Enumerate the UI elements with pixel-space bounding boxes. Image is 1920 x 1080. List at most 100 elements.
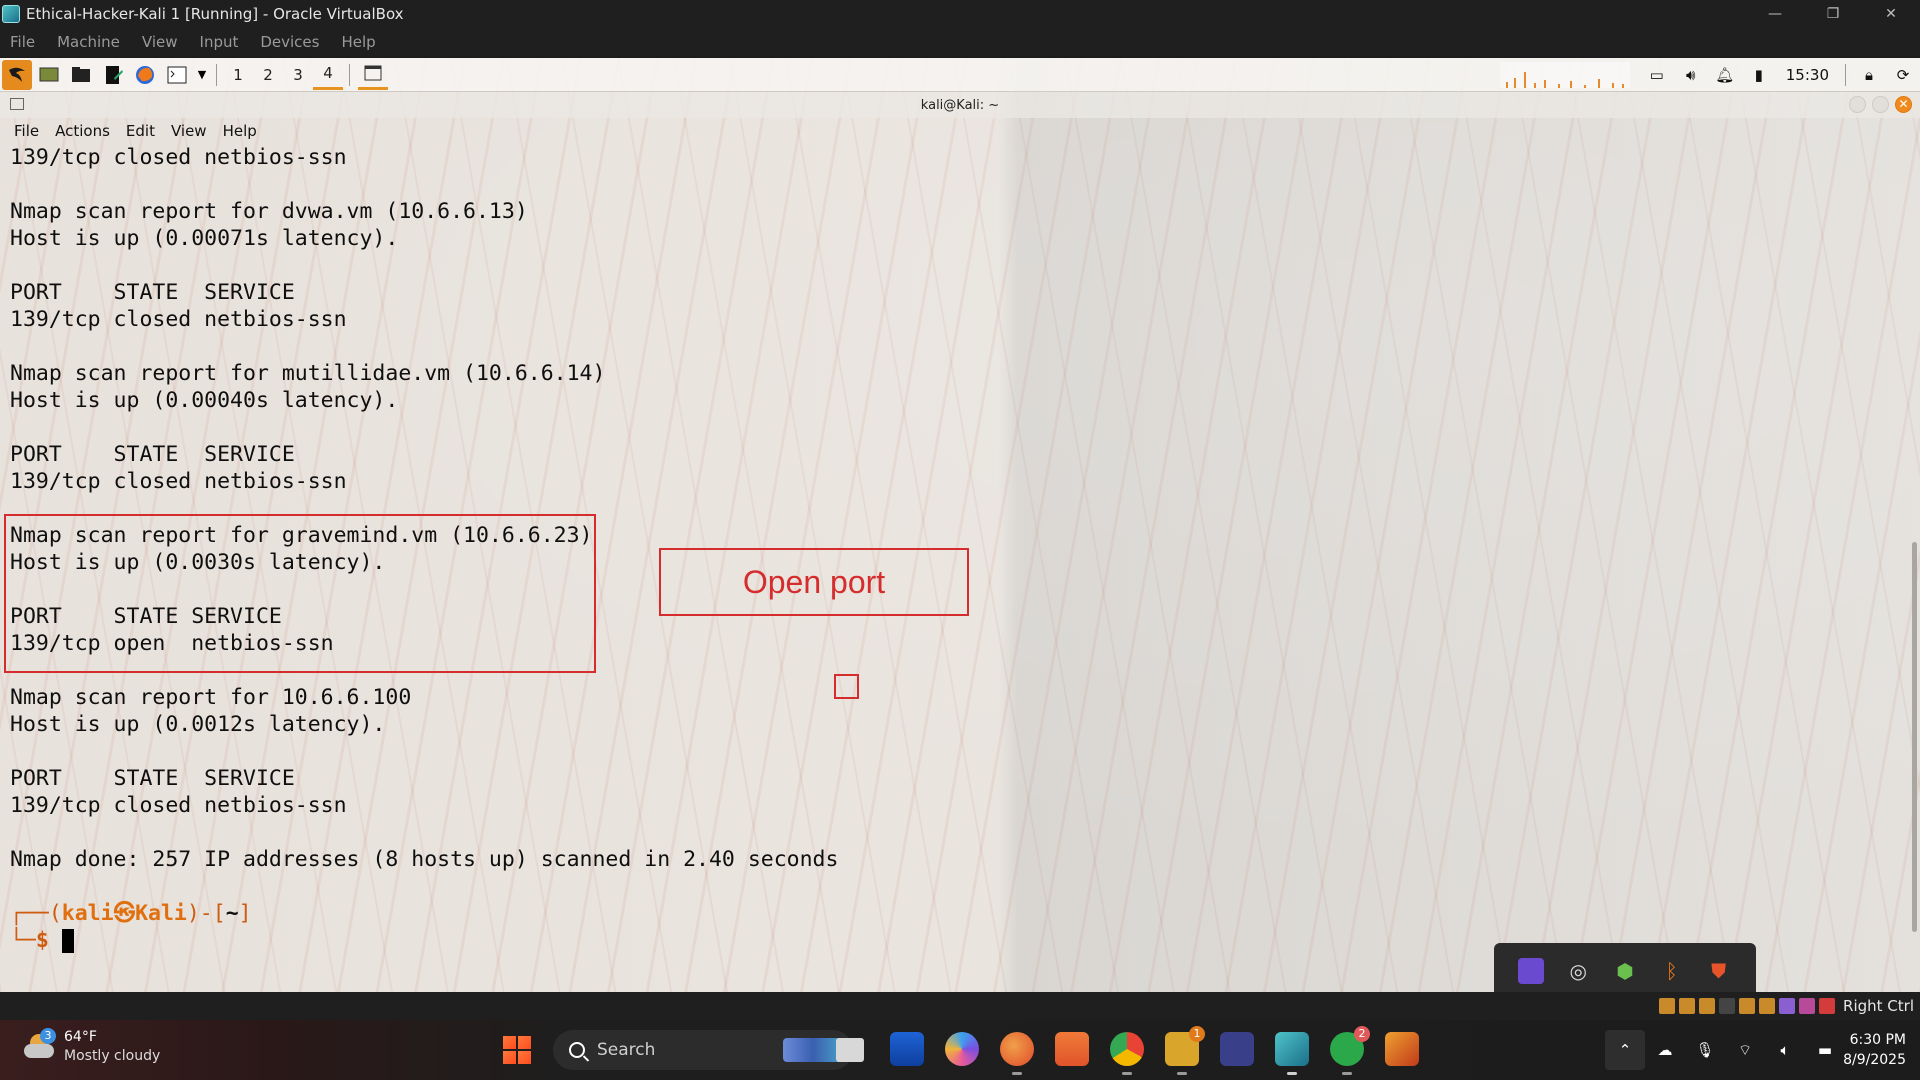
usb-icon[interactable] (1719, 998, 1736, 1014)
terminal-menu-help[interactable]: Help (223, 122, 257, 140)
close-button[interactable]: ✕ (1862, 0, 1920, 28)
start-button[interactable] (503, 1036, 531, 1064)
desktop-icon (39, 67, 59, 81)
clock-time: 6:30 PM (1849, 1032, 1906, 1048)
search-icon (569, 1042, 585, 1058)
windows-taskbar: 3 64°F Mostly cloudy Search 1 2 ⌃ ☁ 🎙︎ ⌔ (0, 1020, 1920, 1080)
terminal-window-buttons: ✕ (1849, 96, 1912, 113)
lock-icon[interactable]: 🔒︎ (1852, 66, 1886, 84)
menu-devices[interactable]: Devices (260, 33, 319, 51)
kali-menu-button[interactable] (2, 59, 32, 90)
terminal-menu-edit[interactable]: Edit (126, 122, 155, 140)
onedrive-icon[interactable]: ☁ (1645, 1041, 1685, 1059)
menu-help[interactable]: Help (341, 33, 375, 51)
search-highlight-art (783, 1038, 843, 1062)
microsoft-store-icon[interactable] (1055, 1032, 1089, 1066)
menu-input[interactable]: Input (200, 33, 239, 51)
prompt-open: ┌──( (10, 901, 62, 926)
output-line: Nmap scan report for dvwa.vm (10.6.6.13) (10, 199, 528, 224)
taskbar-clock[interactable]: 6:30 PM 8/9/2025 (1826, 1030, 1906, 1070)
menu-view[interactable]: View (142, 33, 178, 51)
weather-badge: 3 (40, 1028, 56, 1044)
prompt-dir: ~ (225, 901, 239, 926)
virtualbox-icon (2, 5, 20, 23)
recording-icon[interactable] (1779, 998, 1796, 1014)
guest-screen: ▼ 1 2 3 4 ▭ 🔊︎ 🔔︎ ▮ 15:30 🔒︎ ⟳ kali@Kali… (0, 58, 1920, 992)
vbox-menubar: File Machine View Input Devices Help (0, 28, 1920, 56)
edge-icon[interactable] (1000, 1032, 1034, 1075)
terminal-menu-view[interactable]: View (171, 122, 207, 140)
task-view-icon[interactable] (836, 1038, 864, 1062)
speaker-icon[interactable]: 🔈︎ (1765, 1041, 1805, 1059)
terminal-minimize-button[interactable] (1849, 96, 1866, 113)
menu-machine[interactable]: Machine (57, 33, 120, 51)
workspace-2[interactable]: 2 (253, 60, 283, 90)
annotation-small-square (834, 674, 859, 699)
notifications-icon[interactable]: 🔔︎ (1708, 66, 1742, 84)
terminal-window-icon (10, 98, 24, 110)
taskbar-terminal-window[interactable] (358, 60, 388, 90)
firefox-button[interactable] (130, 60, 160, 90)
display-icon[interactable] (1759, 998, 1776, 1014)
workspace-3[interactable]: 3 (283, 60, 313, 90)
firefox-icon (136, 65, 154, 84)
output-line: 139/tcp closed netbios-ssn (10, 307, 347, 332)
display-icon[interactable]: ▭ (1640, 66, 1674, 84)
terminal-close-button[interactable]: ✕ (1895, 96, 1912, 113)
panel-clock[interactable]: 15:30 (1776, 66, 1839, 84)
show-desktop-button[interactable] (34, 60, 64, 90)
weather-widget[interactable]: 3 64°F Mostly cloudy (22, 1028, 160, 1066)
network-icon[interactable] (1699, 998, 1716, 1014)
text-editor-button[interactable] (98, 60, 128, 90)
terminal-launcher-button[interactable] (162, 60, 192, 90)
file-manager-button[interactable] (66, 60, 96, 90)
word-icon[interactable] (1385, 1032, 1419, 1066)
chrome-icon[interactable] (1110, 1032, 1144, 1075)
bluetooth-icon[interactable]: ᛒ (1659, 958, 1685, 984)
whatsapp-icon[interactable]: 2 (1330, 1026, 1370, 1075)
mouse-integration-icon[interactable] (1819, 998, 1836, 1014)
restore-button[interactable]: ❐ (1804, 0, 1862, 28)
workspace-1[interactable]: 1 (223, 60, 253, 90)
purple-app-icon[interactable] (1518, 957, 1545, 984)
terminal-menu-actions[interactable]: Actions (55, 122, 110, 140)
taskbar-search[interactable]: Search (553, 1030, 853, 1070)
terminal-scrollbar[interactable] (1912, 542, 1917, 932)
terminal-menu-file[interactable]: File (14, 122, 39, 140)
menu-file[interactable]: File (10, 33, 35, 51)
volume-icon[interactable]: 🔊︎ (1674, 66, 1708, 84)
prompt-host: Kali (135, 901, 187, 926)
output-line: PORT STATE SERVICE (10, 442, 295, 467)
panel-separator (216, 63, 217, 86)
security-shield-icon[interactable]: ⛊ (1706, 958, 1732, 984)
power-icon[interactable]: ⟳ (1886, 66, 1920, 84)
annotation-open-port: Open port (659, 548, 969, 616)
host-key-label: Right Ctrl (1843, 997, 1914, 1015)
shield-app-icon[interactable]: ⬢ (1612, 958, 1638, 984)
terminal-maximize-button[interactable] (1872, 96, 1889, 113)
cpu-icon[interactable] (1799, 998, 1816, 1014)
visual-studio-icon[interactable] (1220, 1032, 1254, 1066)
shell-prompt-line1: ┌──(kali㉿Kali)-[~] (10, 900, 1900, 927)
virtualbox-taskbar-icon[interactable] (1275, 1032, 1309, 1075)
launcher-dropdown[interactable]: ▼ (194, 60, 210, 90)
shared-folders-icon[interactable] (1739, 998, 1756, 1014)
teams-icon[interactable]: 1 (1165, 1026, 1205, 1075)
output-line: PORT STATE SERVICE (10, 280, 295, 305)
tray-chevron-icon[interactable]: ⌃ (1605, 1030, 1645, 1070)
audio-icon[interactable] (1679, 998, 1696, 1014)
panel-separator (349, 63, 350, 86)
minimize-button[interactable]: — (1746, 0, 1804, 28)
battery-icon[interactable]: ▮ (1742, 66, 1776, 84)
file-explorer-icon[interactable] (890, 1032, 924, 1066)
output-line: PORT STATE SERVICE (10, 766, 295, 791)
fingerprint-icon[interactable]: ◎ (1565, 958, 1591, 984)
optical-drive-icon[interactable] (1659, 998, 1676, 1014)
workspace-4[interactable]: 4 (313, 60, 343, 90)
microphone-icon[interactable]: 🎙︎ (1685, 1041, 1725, 1059)
copilot-icon[interactable] (945, 1032, 979, 1066)
wifi-icon[interactable]: ⌔ (1725, 1041, 1765, 1060)
